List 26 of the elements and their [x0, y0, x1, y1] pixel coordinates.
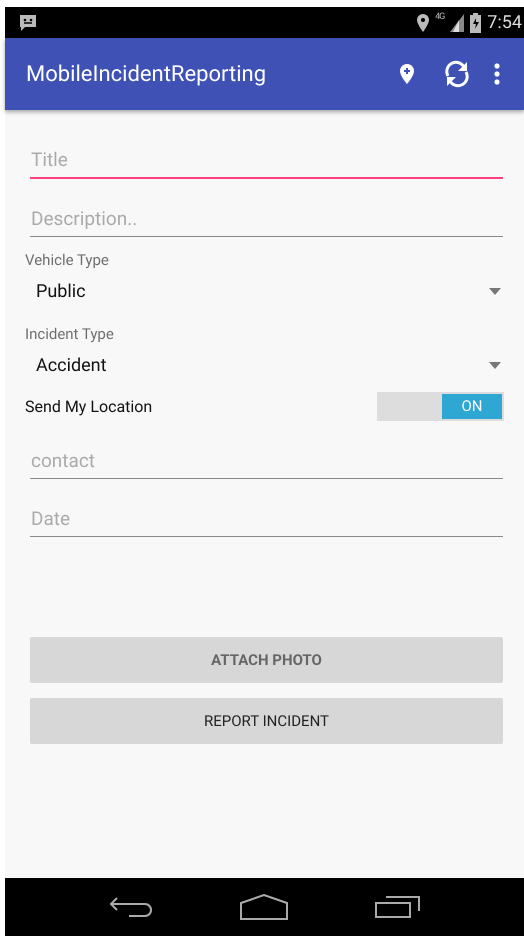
more-icon[interactable] [494, 63, 500, 85]
switch-label: Send My Location [25, 396, 152, 416]
app-title: MobileIncidentReporting [26, 62, 268, 86]
signal-icon [450, 14, 464, 32]
dropdown-arrow-icon [489, 288, 501, 294]
report-button[interactable]: REPORT INCIDENT [30, 698, 503, 744]
clock: 7:54 [487, 12, 522, 33]
back-icon[interactable] [108, 895, 152, 919]
input-field[interactable]: Date [30, 499, 503, 537]
field-label: Incident Type [25, 325, 115, 343]
switch-thumb: ON [442, 394, 502, 418]
input-field[interactable]: Description.. [30, 199, 503, 237]
battery-icon [470, 12, 482, 32]
recents-icon[interactable] [374, 895, 420, 919]
home-icon[interactable] [240, 894, 288, 920]
title-field[interactable]: Title [30, 140, 503, 179]
add-location-icon[interactable] [400, 64, 414, 84]
attach-photo-button[interactable]: ATTACH PHOTO [30, 637, 503, 683]
notification-icon [18, 12, 38, 32]
dropdown[interactable]: Accident [25, 345, 504, 385]
dropdown[interactable]: Public [25, 271, 504, 311]
input-field[interactable]: contact [30, 441, 503, 479]
field-label: Vehicle Type [25, 251, 110, 269]
location-icon [417, 14, 430, 32]
dropdown-arrow-icon [489, 362, 501, 368]
network-type: 4G [435, 12, 444, 22]
